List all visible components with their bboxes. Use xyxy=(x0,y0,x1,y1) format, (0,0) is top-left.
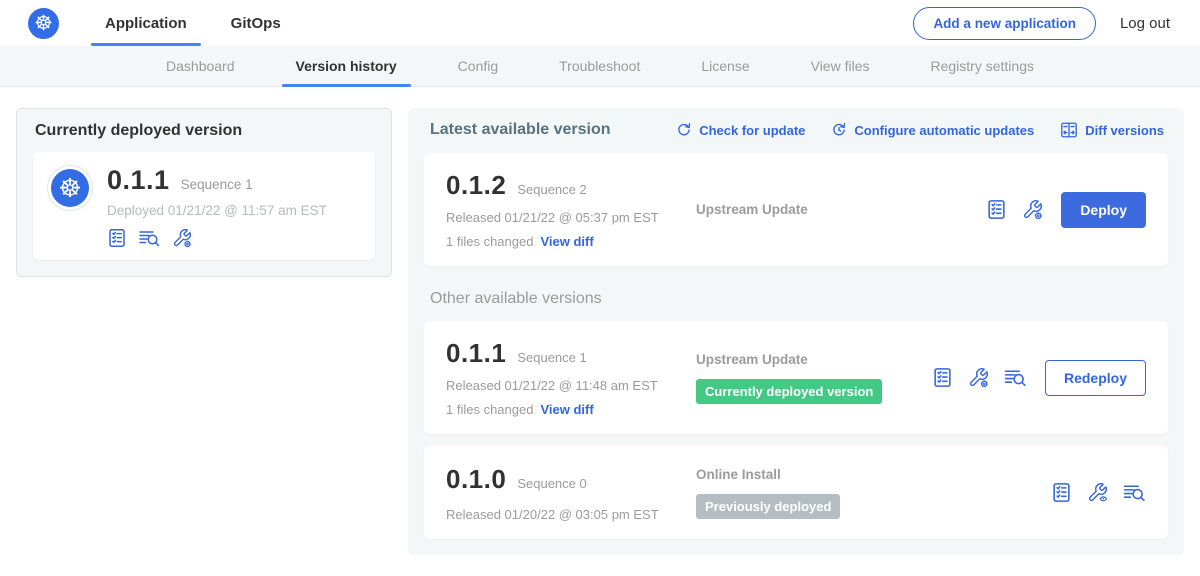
files-changed-label: 1 files changed xyxy=(446,234,533,249)
deploy-button[interactable]: Deploy xyxy=(1061,192,1146,228)
deployed-timestamp: Deployed 01/21/22 @ 11:57 am EST xyxy=(107,203,327,218)
check-for-update-link[interactable]: Check for update xyxy=(676,121,805,139)
version-info: 0.1.0 Sequence 0 Released 01/20/22 @ 03:… xyxy=(446,464,696,522)
version-actions: Deploy xyxy=(986,192,1146,228)
version-number: 0.1.1 xyxy=(446,338,506,369)
version-info: 0.1.2 Sequence 2 Released 01/21/22 @ 05:… xyxy=(446,170,696,249)
other-available-versions-title: Other available versions xyxy=(430,290,1164,308)
currently-deployed-badge: Currently deployed version xyxy=(696,379,882,404)
add-new-application-button[interactable]: Add a new application xyxy=(913,7,1096,40)
sequence-label: Sequence 2 xyxy=(517,182,586,197)
config-wrench-gear-icon[interactable] xyxy=(968,367,989,388)
subnav-view-files-label: View files xyxy=(811,58,870,74)
subnav-item-version-history[interactable]: Version history xyxy=(294,46,399,86)
refresh-icon xyxy=(676,122,692,138)
subnav-dashboard-label: Dashboard xyxy=(166,58,235,74)
logs-magnifier-icon[interactable] xyxy=(1004,367,1027,388)
configure-automatic-updates-label: Configure automatic updates xyxy=(854,123,1034,138)
released-timestamp: Released 01/21/22 @ 11:48 am EST xyxy=(446,378,696,393)
source-label: Upstream Update xyxy=(696,352,808,367)
kubernetes-logo-icon[interactable]: ☸ xyxy=(28,8,59,39)
available-versions-panel: Latest available version Check for updat… xyxy=(408,108,1184,555)
version-actions xyxy=(1051,482,1146,503)
logout-link[interactable]: Log out xyxy=(1120,15,1170,32)
deployed-version-details: 0.1.1 Sequence 1 Deployed 01/21/22 @ 11:… xyxy=(107,165,327,248)
top-navbar: ☸ Application GitOps Add a new applicati… xyxy=(0,0,1200,46)
subnav-license-label: License xyxy=(701,58,749,74)
config-wrench-gear-icon[interactable] xyxy=(172,228,192,248)
subnav-item-registry-settings[interactable]: Registry settings xyxy=(929,46,1036,86)
subnav-item-dashboard[interactable]: Dashboard xyxy=(164,46,237,86)
tab-gitops-label: GitOps xyxy=(231,15,281,32)
release-notes-checklist-icon[interactable] xyxy=(107,228,127,248)
latest-available-title: Latest available version xyxy=(430,121,611,139)
subnav-item-troubleshoot[interactable]: Troubleshoot xyxy=(557,46,642,86)
subnav-item-license[interactable]: License xyxy=(699,46,751,86)
diff-columns-icon xyxy=(1060,121,1078,139)
deployed-sequence-label: Sequence 1 xyxy=(181,177,253,192)
release-notes-checklist-icon[interactable] xyxy=(986,199,1007,220)
kubernetes-wheel-icon: ☸ xyxy=(51,169,89,207)
version-actions: Redeploy xyxy=(932,360,1146,396)
sequence-label: Sequence 1 xyxy=(517,350,586,365)
version-card-0-1-0: 0.1.0 Sequence 0 Released 01/20/22 @ 03:… xyxy=(424,446,1168,539)
redeploy-button[interactable]: Redeploy xyxy=(1045,360,1146,396)
deployed-version-tile: ☸ 0.1.1 Sequence 1 Deployed 01/21/22 @ 1… xyxy=(33,152,375,260)
check-for-update-label: Check for update xyxy=(699,123,805,138)
view-diff-link[interactable]: View diff xyxy=(540,402,593,417)
source-label: Online Install xyxy=(696,467,781,482)
release-notes-checklist-icon[interactable] xyxy=(932,367,953,388)
release-notes-checklist-icon[interactable] xyxy=(1051,482,1072,503)
configure-automatic-updates-link[interactable]: Configure automatic updates xyxy=(831,121,1034,139)
version-card-0-1-2: 0.1.2 Sequence 2 Released 01/21/22 @ 05:… xyxy=(424,153,1168,266)
currently-deployed-card: Currently deployed version ☸ 0.1.1 Seque… xyxy=(16,108,392,277)
version-info: 0.1.1 Sequence 1 Released 01/21/22 @ 11:… xyxy=(446,338,696,417)
subnav-troubleshoot-label: Troubleshoot xyxy=(559,58,640,74)
version-history-page: Currently deployed version ☸ 0.1.1 Seque… xyxy=(0,87,1200,576)
diff-versions-label: Diff versions xyxy=(1085,123,1164,138)
logs-magnifier-icon[interactable] xyxy=(1123,482,1146,503)
subnav-item-config[interactable]: Config xyxy=(456,46,500,86)
view-diff-link[interactable]: View diff xyxy=(540,234,593,249)
subnav-item-view-files[interactable]: View files xyxy=(809,46,872,86)
subnav-registry-settings-label: Registry settings xyxy=(931,58,1034,74)
app-logo: ☸ xyxy=(47,165,93,211)
panel-actions: Check for update Configure automatic upd… xyxy=(676,121,1164,139)
currently-deployed-title: Currently deployed version xyxy=(35,122,375,140)
files-changed-label: 1 files changed xyxy=(446,402,533,417)
navbar-right: Add a new application Log out xyxy=(913,7,1170,40)
diff-versions-link[interactable]: Diff versions xyxy=(1060,121,1164,139)
app-subnav: Dashboard Version history Config Trouble… xyxy=(0,46,1200,87)
version-source: Online Install Previously deployed xyxy=(696,466,1051,519)
sequence-label: Sequence 0 xyxy=(517,476,586,491)
version-card-0-1-1: 0.1.1 Sequence 1 Released 01/21/22 @ 11:… xyxy=(424,321,1168,434)
previously-deployed-badge: Previously deployed xyxy=(696,494,840,519)
subnav-config-label: Config xyxy=(458,58,498,74)
config-wrench-gear-icon[interactable] xyxy=(1022,199,1043,220)
released-timestamp: Released 01/20/22 @ 03:05 pm EST xyxy=(446,507,696,522)
config-wrench-eye-icon[interactable] xyxy=(1087,482,1108,503)
version-number: 0.1.2 xyxy=(446,170,506,201)
tab-gitops[interactable]: GitOps xyxy=(217,0,295,46)
version-source: Upstream Update xyxy=(696,201,986,219)
tab-application-label: Application xyxy=(105,15,187,32)
released-timestamp: Released 01/21/22 @ 05:37 pm EST xyxy=(446,210,696,225)
version-source: Upstream Update Currently deployed versi… xyxy=(696,351,932,404)
subnav-version-history-label: Version history xyxy=(296,58,397,74)
clock-refresh-icon xyxy=(831,122,847,138)
tab-application[interactable]: Application xyxy=(91,0,201,46)
deployed-version-number: 0.1.1 xyxy=(107,165,170,196)
version-number: 0.1.0 xyxy=(446,464,506,495)
logs-magnifier-icon[interactable] xyxy=(138,228,161,248)
source-label: Upstream Update xyxy=(696,202,808,217)
